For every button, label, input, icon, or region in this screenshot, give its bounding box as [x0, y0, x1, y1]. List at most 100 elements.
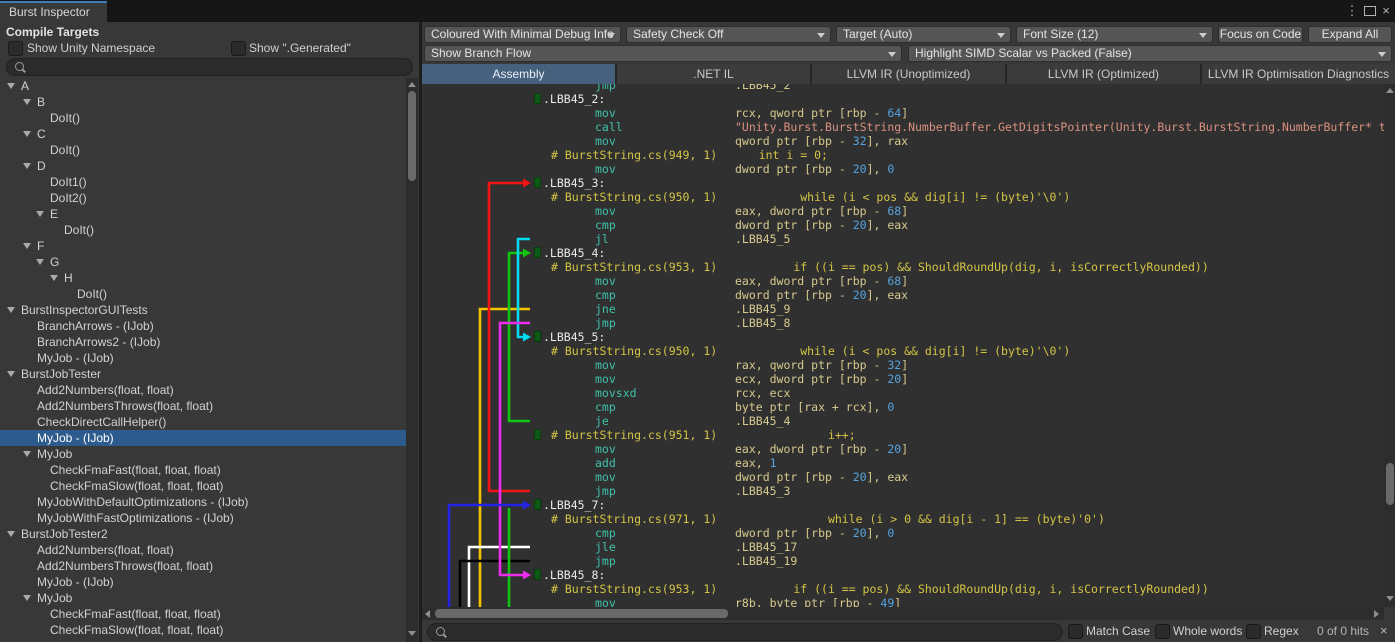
- expand-triangle-icon[interactable]: [36, 259, 44, 265]
- find-input-box[interactable]: [427, 623, 1063, 641]
- tree-item-myjob-ijob[interactable]: MyJob - (IJob): [0, 350, 406, 366]
- tree-item-add2numbers-float-float[interactable]: Add2Numbers(float, float): [0, 382, 406, 398]
- tree-item-add2numbers-float-float[interactable]: Add2Numbers(float, float): [0, 542, 406, 558]
- dropdown-font-size-12[interactable]: Font Size (12): [1016, 26, 1213, 43]
- tree-item-myjob-ijob[interactable]: MyJob - (IJob): [0, 430, 406, 446]
- tree-item-a[interactable]: A: [0, 78, 406, 94]
- tab-llvm-ir-optimized[interactable]: LLVM IR (Optimized): [1007, 64, 1200, 84]
- tree-item-e[interactable]: E: [0, 206, 406, 222]
- scroll-down-icon[interactable]: [1386, 596, 1394, 601]
- find-option-checkbox-match-case[interactable]: [1068, 624, 1083, 639]
- label: Font Size (12): [1023, 27, 1098, 41]
- dropdown-coloured-with-minimal-debug-info[interactable]: Coloured With Minimal Debug Info: [424, 26, 621, 43]
- find-option-checkbox-whole-words[interactable]: [1155, 624, 1170, 639]
- expand-triangle-icon[interactable]: [7, 83, 15, 89]
- tree-item-myjobwithfastoptimizations-ijob[interactable]: MyJobWithFastOptimizations - (IJob): [0, 510, 406, 526]
- tree-item-myjob[interactable]: MyJob: [0, 446, 406, 462]
- tab-assembly[interactable]: Assembly: [422, 64, 615, 84]
- expand-triangle-icon[interactable]: [23, 99, 31, 105]
- tab-net-il[interactable]: .NET IL: [617, 64, 810, 84]
- compile-targets-search-input[interactable]: [29, 60, 408, 74]
- code-vscrollbar[interactable]: [1384, 84, 1395, 607]
- expand-triangle-icon[interactable]: [23, 131, 31, 137]
- code-text: .LBB45_8:: [543, 568, 605, 582]
- tree-item-checkdirectcallhelper[interactable]: CheckDirectCallHelper(): [0, 414, 406, 430]
- scroll-down-icon[interactable]: [408, 631, 416, 636]
- tree-scrollbar[interactable]: [406, 78, 418, 642]
- tree-item-doit[interactable]: DoIt(): [0, 110, 406, 126]
- tree-item-myjob[interactable]: MyJob: [0, 590, 406, 606]
- tree-item-doit2[interactable]: DoIt2(): [0, 190, 406, 206]
- tree-item-checkfmafast-float-float-float[interactable]: CheckFmaFast(float, float, float): [0, 462, 406, 478]
- tree-item-brancharrows2-ijob[interactable]: BranchArrows2 - (IJob): [0, 334, 406, 350]
- tree-item-brancharrows-ijob[interactable]: BranchArrows - (IJob): [0, 318, 406, 334]
- compile-targets-search[interactable]: [6, 58, 413, 76]
- tree-item-label: CheckFmaSlow(float, float, float): [50, 478, 223, 494]
- tree-item-label: DoIt(): [50, 142, 80, 158]
- expand-triangle-icon[interactable]: [7, 531, 15, 537]
- find-close-icon[interactable]: ×: [1380, 623, 1388, 638]
- tab-llvm-ir-optimisation-diagnostics[interactable]: LLVM IR Optimisation Diagnostics: [1202, 64, 1395, 84]
- tree-item-f[interactable]: F: [0, 238, 406, 254]
- expand-triangle-icon[interactable]: [23, 451, 31, 457]
- find-option-checkbox-regex[interactable]: [1246, 624, 1261, 639]
- close-icon[interactable]: ×: [1378, 0, 1394, 22]
- dropdown-show-branch-flow[interactable]: Show Branch Flow: [424, 45, 902, 62]
- code-text: rcx, ecx: [735, 386, 790, 400]
- code-hscrollbar[interactable]: [422, 607, 1384, 620]
- expand-triangle-icon[interactable]: [7, 307, 15, 313]
- tree-item-g[interactable]: G: [0, 254, 406, 270]
- tree-item-label: DoIt(): [64, 222, 94, 238]
- tree-item-doit[interactable]: DoIt(): [0, 142, 406, 158]
- code-vscrollbar-thumb[interactable]: [1386, 463, 1394, 505]
- tree-item-checkfmafast-float-float-float[interactable]: CheckFmaFast(float, float, float): [0, 606, 406, 622]
- tree-item-h[interactable]: H: [0, 270, 406, 286]
- tree-item-burstjobtester2[interactable]: BurstJobTester2: [0, 526, 406, 542]
- button-focus-on-code[interactable]: Focus on Code: [1218, 26, 1303, 43]
- tree-item-c[interactable]: C: [0, 126, 406, 142]
- scroll-right-icon[interactable]: [1374, 610, 1379, 618]
- tree-item-d[interactable]: D: [0, 158, 406, 174]
- show-generated-checkbox[interactable]: [231, 41, 244, 54]
- assembly-code-view[interactable]: jmp.LBB45_2.LBB45_2:movrcx, qword ptr [r…: [422, 84, 1384, 607]
- dropdown-highlight-simd-scalar-vs-packed-false[interactable]: Highlight SIMD Scalar vs Packed (False): [908, 45, 1392, 62]
- tree-item-myjobwithdefaultoptimizations-ijob[interactable]: MyJobWithDefaultOptimizations - (IJob): [0, 494, 406, 510]
- tree-item-burstjobtester[interactable]: BurstJobTester: [0, 366, 406, 382]
- expand-triangle-icon[interactable]: [50, 275, 58, 281]
- button-expand-all[interactable]: Expand All: [1308, 26, 1392, 43]
- maximize-icon[interactable]: [1364, 6, 1376, 16]
- tree-item-doit[interactable]: DoIt(): [0, 222, 406, 238]
- scroll-left-icon[interactable]: [425, 610, 430, 618]
- find-input[interactable]: [450, 625, 1058, 639]
- code-text: .LBB45_5: [735, 232, 790, 246]
- tree-item-add2numbersthrows-float-float[interactable]: Add2NumbersThrows(float, float): [0, 558, 406, 574]
- code-line: # BurstString.cs(951, 1) i++;: [422, 428, 1384, 442]
- scroll-up-icon[interactable]: [1386, 88, 1394, 93]
- tree-item-myjob-ijob[interactable]: MyJob - (IJob): [0, 574, 406, 590]
- dropdown-target-auto[interactable]: Target (Auto): [836, 26, 1011, 43]
- tree-item-b[interactable]: B: [0, 94, 406, 110]
- scroll-up-icon[interactable]: [408, 82, 416, 87]
- dropdown-safety-check-off[interactable]: Safety Check Off: [626, 26, 831, 43]
- tree-item-label: DoIt1(): [50, 174, 87, 190]
- tree-item-add2numbersthrows-float-float[interactable]: Add2NumbersThrows(float, float): [0, 398, 406, 414]
- show-unity-namespace-checkbox[interactable]: [8, 41, 21, 54]
- tree-item-doit[interactable]: DoIt(): [0, 286, 406, 302]
- expand-triangle-icon[interactable]: [7, 371, 15, 377]
- code-line: jmp.LBB45_3: [422, 484, 1384, 498]
- code-hscrollbar-thumb[interactable]: [435, 609, 728, 618]
- window-tab-burst-inspector[interactable]: Burst Inspector: [0, 1, 107, 22]
- expand-triangle-icon[interactable]: [23, 243, 31, 249]
- tab-llvm-ir-unoptimized[interactable]: LLVM IR (Unoptimized): [812, 64, 1005, 84]
- expand-triangle-icon[interactable]: [23, 163, 31, 169]
- code-line: moveax, dword ptr [rbp - 68]: [422, 204, 1384, 218]
- window-menu-icon[interactable]: ⋮: [1344, 0, 1360, 22]
- tree-item-doit1[interactable]: DoIt1(): [0, 174, 406, 190]
- tree-item-burstinspectorguitests[interactable]: BurstInspectorGUITests: [0, 302, 406, 318]
- tree-item-checkfmaslow-float-float-float[interactable]: CheckFmaSlow(float, float, float): [0, 478, 406, 494]
- tree-scrollbar-thumb[interactable]: [408, 91, 416, 181]
- tree-item-checkfmaslow-float-float-float[interactable]: CheckFmaSlow(float, float, float): [0, 622, 406, 638]
- code-text: jmp: [595, 84, 616, 92]
- expand-triangle-icon[interactable]: [36, 211, 44, 217]
- expand-triangle-icon[interactable]: [23, 595, 31, 601]
